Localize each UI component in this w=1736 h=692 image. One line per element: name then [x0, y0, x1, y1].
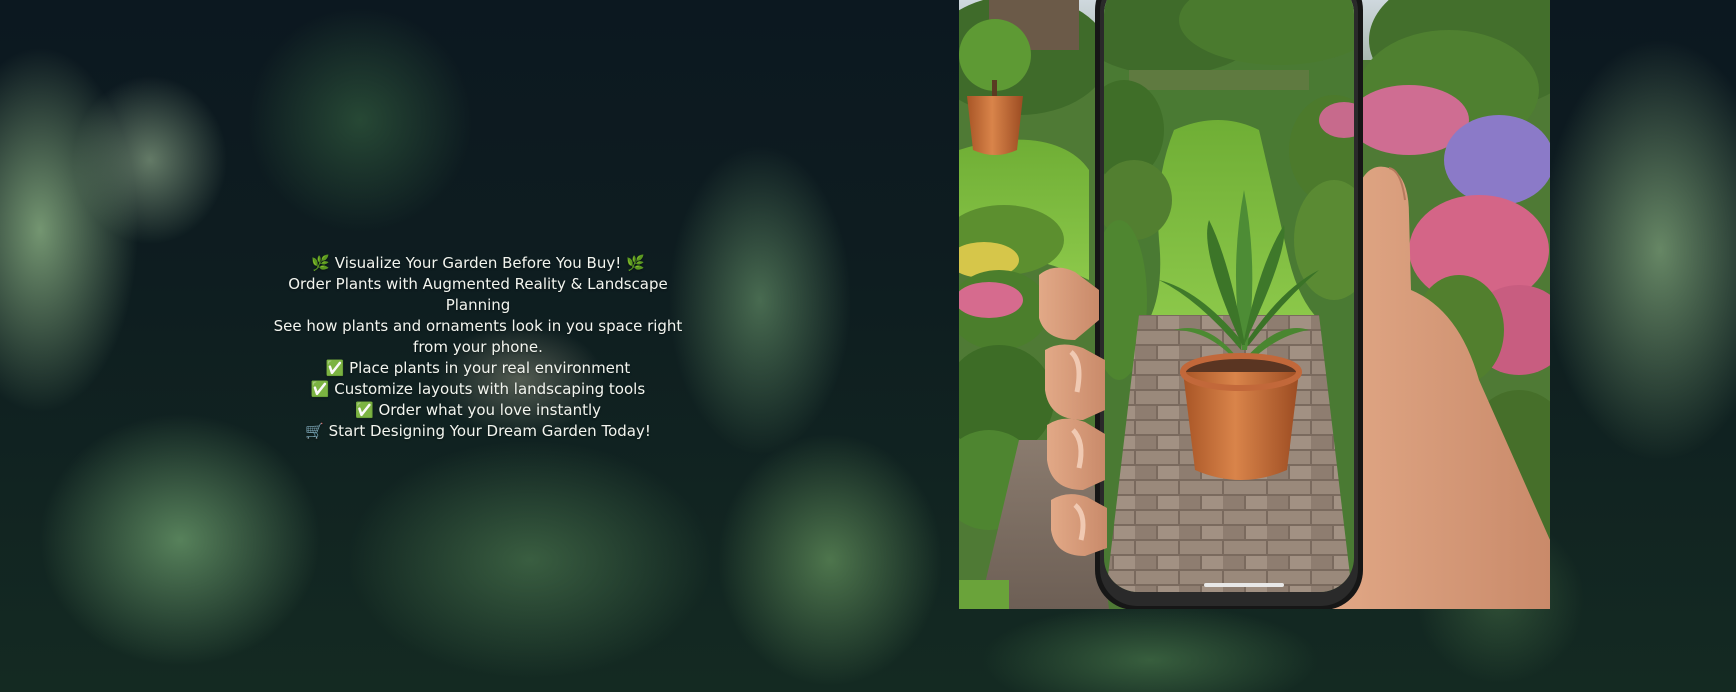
feature-item-order: ✅ Order what you love instantly: [355, 401, 601, 419]
hero-subheadline: Order Plants with Augmented Reality & La…: [288, 275, 668, 314]
feature-item-customize-layouts: ✅ Customize layouts with landscaping too…: [310, 380, 646, 398]
feature-item-place-plants: ✅ Place plants in your real environment: [325, 359, 631, 377]
hero-cta: 🛒 Start Designing Your Dream Garden Toda…: [305, 422, 651, 440]
hero-banner: 🌿 Visualize Your Garden Before You Buy! …: [0, 0, 1736, 692]
garden-ar-phone-image: [959, 0, 1550, 609]
hero-description: See how plants and ornaments look in you…: [273, 317, 683, 356]
hero-headline: 🌿 Visualize Your Garden Before You Buy! …: [311, 254, 645, 272]
hero-copy: 🌿 Visualize Your Garden Before You Buy! …: [238, 253, 718, 442]
